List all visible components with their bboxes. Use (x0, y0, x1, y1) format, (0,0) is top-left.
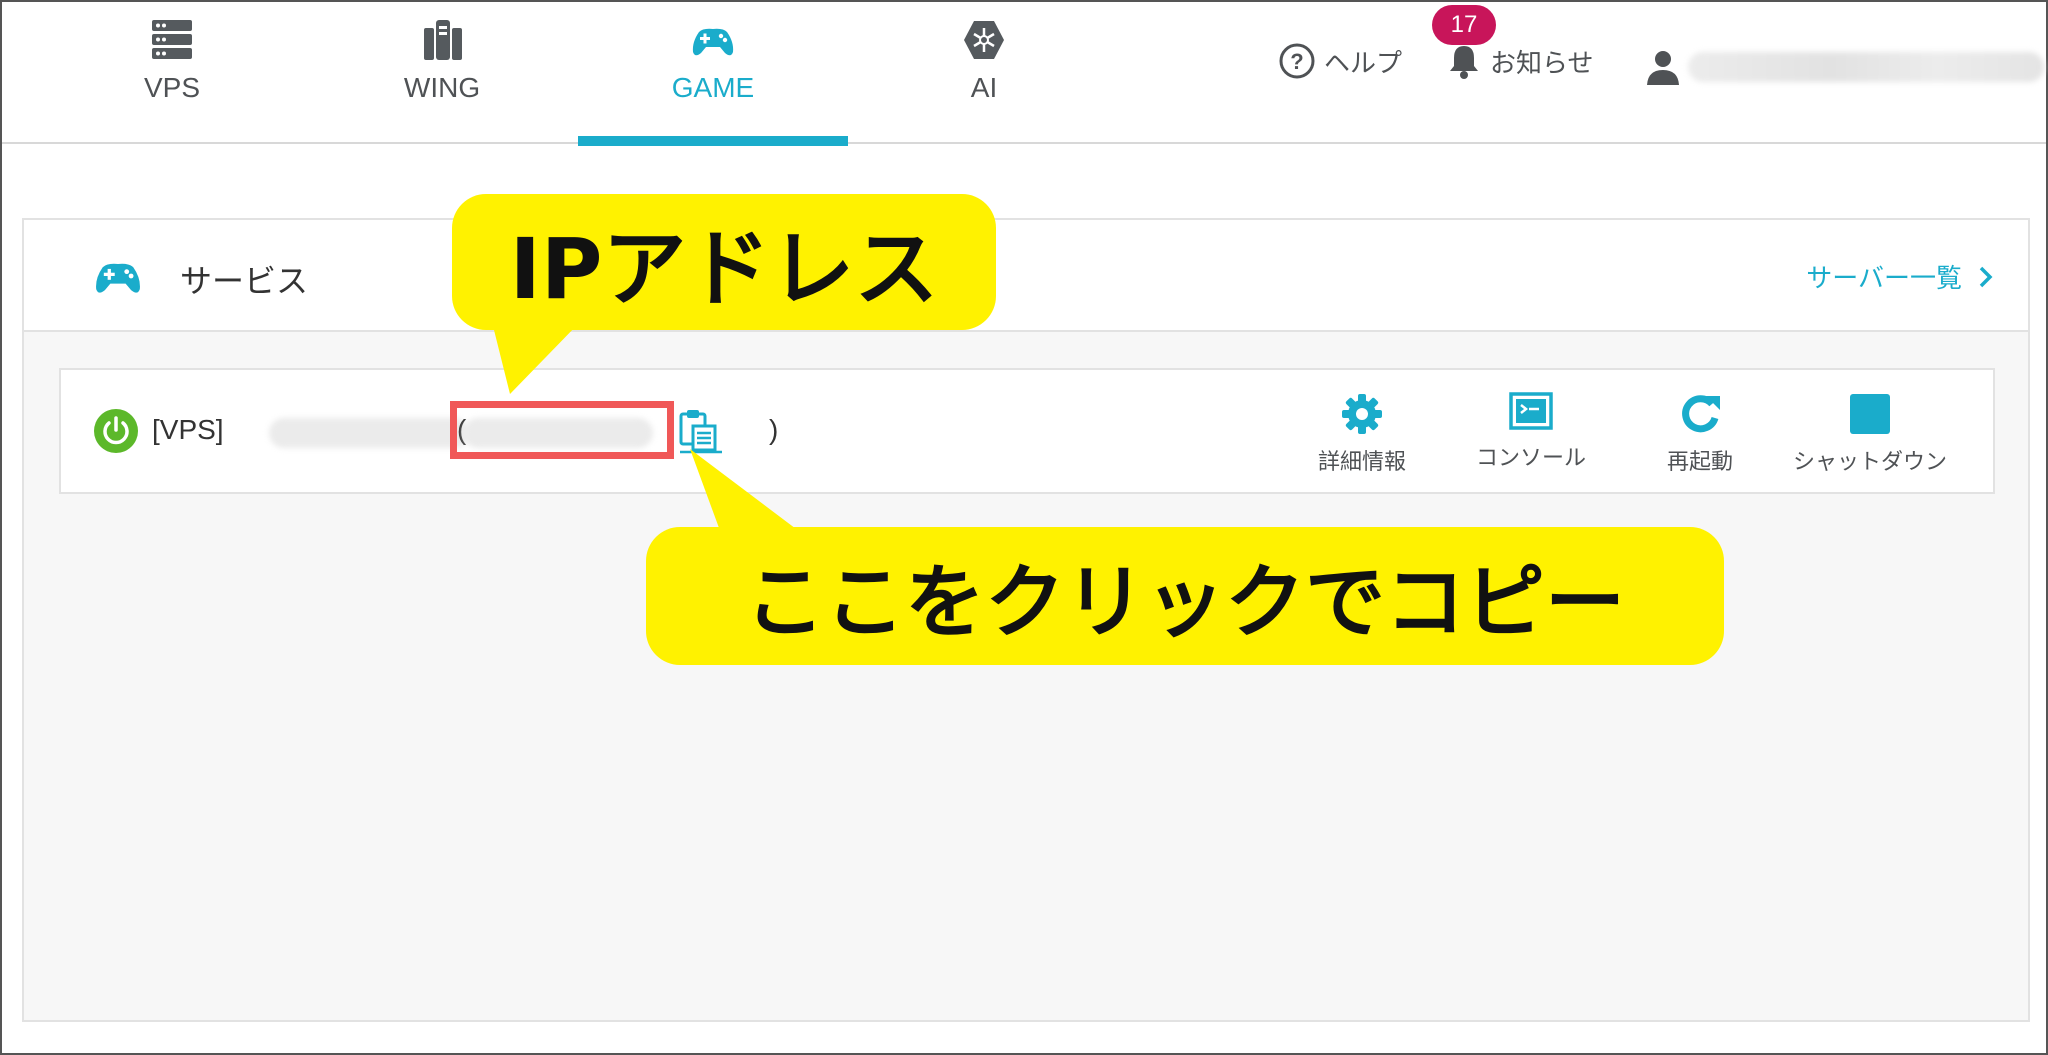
copy-hint-callout: ここをクリックでコピー (646, 527, 1724, 665)
ip-address-callout: IPアドレス (452, 194, 996, 330)
